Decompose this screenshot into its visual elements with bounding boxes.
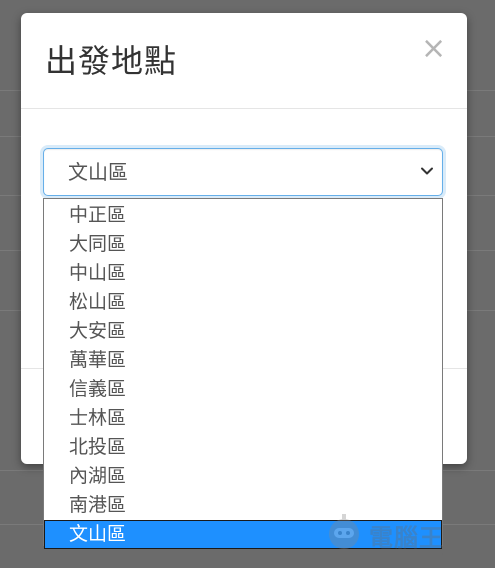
select-current-value: 文山區 <box>68 160 128 184</box>
watermark-url: www.kocpc.com.tw <box>383 548 460 557</box>
dropdown-option[interactable]: 中山區 <box>44 259 442 288</box>
dropdown-option[interactable]: 大同區 <box>44 230 442 259</box>
robot-mascot-icon <box>329 514 359 549</box>
district-select[interactable]: 文山區 <box>43 148 443 196</box>
chevron-down-icon <box>421 167 433 175</box>
dropdown-option[interactable]: 松山區 <box>44 288 442 317</box>
watermark-logo: 電腦王阿達 www.kocpc.com.tw <box>321 512 493 558</box>
dropdown-option[interactable]: 大安區 <box>44 317 442 346</box>
dropdown-option[interactable]: 中正區 <box>44 201 442 230</box>
close-icon[interactable]: × <box>421 34 446 64</box>
dropdown-option[interactable]: 萬華區 <box>44 346 442 375</box>
dropdown-option[interactable]: 信義區 <box>44 375 442 404</box>
dropdown-option[interactable]: 內湖區 <box>44 462 442 491</box>
district-dropdown-list: 中正區 大同區 中山區 松山區 大安區 萬華區 信義區 士林區 北投區 內湖區 … <box>43 198 443 549</box>
dropdown-option[interactable]: 北投區 <box>44 433 442 462</box>
modal-header: 出發地點 × <box>21 13 467 109</box>
modal-title: 出發地點 <box>45 42 178 80</box>
dropdown-option[interactable]: 士林區 <box>44 404 442 433</box>
